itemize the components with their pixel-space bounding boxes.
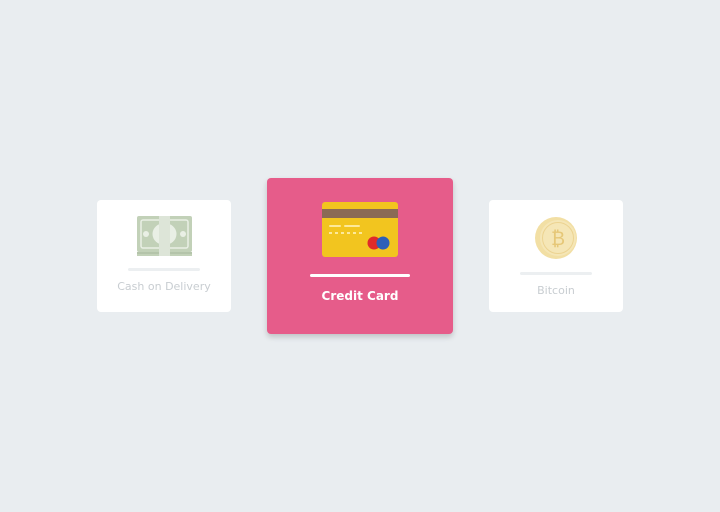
option-divider	[128, 268, 200, 271]
credit-card-icon	[322, 202, 398, 257]
svg-text:₿: ₿	[551, 228, 565, 250]
option-divider	[520, 272, 592, 275]
cash-icon	[136, 216, 192, 256]
cash-label: Cash on Delivery	[117, 280, 211, 293]
option-divider	[310, 274, 410, 277]
payment-option-bitcoin[interactable]: ₿ Bitcoin	[489, 200, 623, 312]
payment-option-credit-card[interactable]: Credit Card	[267, 178, 453, 334]
bitcoin-label: Bitcoin	[537, 284, 575, 297]
payment-option-cash[interactable]: Cash on Delivery	[97, 200, 231, 312]
bitcoin-icon: ₿	[535, 217, 577, 259]
credit-card-label: Credit Card	[321, 289, 399, 303]
